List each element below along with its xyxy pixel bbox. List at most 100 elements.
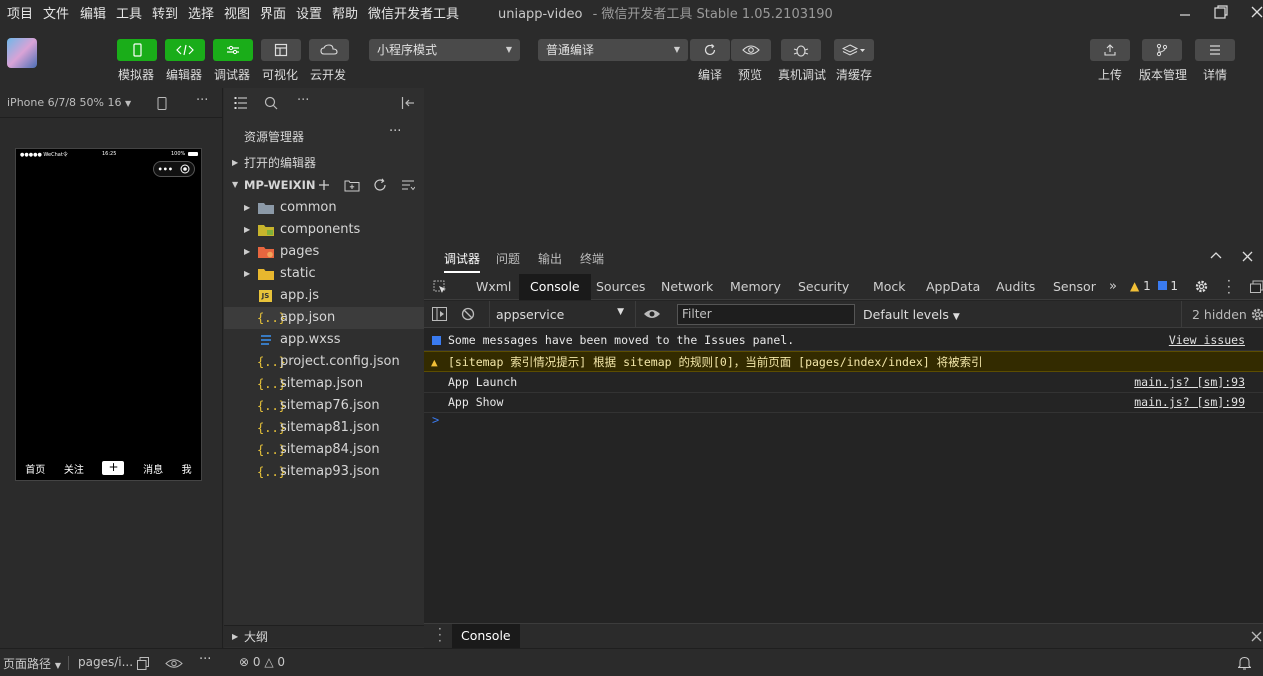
tab-mock[interactable]: Mock [873,274,906,300]
dock-icon[interactable] [1250,280,1263,293]
tab-network[interactable]: Network [661,274,713,300]
upload-button[interactable] [1090,39,1130,61]
menu-wechat-devtools[interactable]: 微信开发者工具 [368,3,459,22]
console-prompt[interactable]: > [432,413,439,427]
search-icon[interactable] [264,96,278,110]
menu-goto[interactable]: 转到 [152,3,178,22]
more-icon[interactable]: ··· [297,93,309,108]
tab-add[interactable]: + [102,461,125,475]
tab-output[interactable]: 输出 [538,250,562,267]
tab-sources[interactable]: Sources [596,274,645,300]
tab-sensor[interactable]: Sensor [1053,274,1096,300]
tab-terminal[interactable]: 终端 [580,250,604,267]
view-issues-link[interactable]: View issues [1169,330,1245,351]
capsule-close-icon[interactable] [180,164,190,174]
avatar[interactable] [7,38,37,68]
collapse-all-icon[interactable] [401,179,415,191]
cloud-toggle-button[interactable] [309,39,349,61]
outline-section[interactable]: ▶ 大纲 [224,625,424,647]
menu-help[interactable]: 帮助 [332,3,358,22]
details-button[interactable] [1195,39,1235,61]
folder-static[interactable]: ▶ static [224,263,424,285]
phone-screen[interactable]: ●●●●● WeChat令 16:25 100% ••• 首页 关注 + 消息 … [15,148,202,481]
eye-icon[interactable] [165,658,183,669]
file-sitemap76[interactable]: {..} sitemap76.json [224,395,424,417]
menu-select[interactable]: 选择 [188,3,214,22]
capsule-menu[interactable]: ••• [153,161,195,177]
file-app-wxss[interactable]: app.wxss [224,329,424,351]
new-file-icon[interactable] [318,179,330,191]
page-path-select[interactable]: 页面路径 ▼ [3,655,61,672]
menu-file[interactable]: 文件 [43,3,69,22]
tab-problems[interactable]: 问题 [496,250,520,267]
tab-wxml[interactable]: Wxml [476,274,511,300]
tab-security[interactable]: Security [798,274,849,300]
close-icon[interactable] [1251,631,1262,642]
more-tabs-icon[interactable]: » [1109,274,1117,300]
compile-select[interactable]: 普通编译 ▼ [538,39,688,61]
kebab-menu-icon[interactable]: · · · [1227,275,1231,299]
collapse-panel-icon[interactable] [401,96,415,110]
tab-debugger[interactable]: 调试器 [444,250,481,273]
minimize-button[interactable] [1165,0,1205,24]
preview-button[interactable] [731,39,771,61]
remote-debug-button[interactable] [781,39,821,61]
menu-edit[interactable]: 编辑 [80,3,106,22]
eye-icon[interactable] [643,308,661,320]
close-icon[interactable] [1242,251,1253,262]
problems-counter[interactable]: ⊗ 0 △ 0 [239,655,285,669]
simulator-toggle-button[interactable] [117,39,157,61]
levels-select[interactable]: Default levels ▼ [863,307,960,322]
drawer-tab-console[interactable]: Console [452,624,520,648]
source-link[interactable]: main.js? [sm]:93 [1134,372,1245,393]
file-sitemap81[interactable]: {..} sitemap81.json [224,417,424,439]
tab-appdata[interactable]: AppData [926,274,980,300]
context-select[interactable]: appservice ▼ [496,307,624,322]
copy-icon[interactable] [137,657,149,670]
capsule-more-icon[interactable]: ••• [158,165,173,174]
file-sitemap93[interactable]: {..} sitemap93.json [224,461,424,483]
tab-messages[interactable]: 消息 [143,461,163,476]
close-window-button[interactable] [1237,0,1263,24]
tab-me[interactable]: 我 [182,461,192,476]
mode-select[interactable]: 小程序模式 ▼ [369,39,520,61]
warning-counter[interactable]: ▲ 1 1 [1130,279,1178,293]
files-icon[interactable] [234,97,248,109]
new-folder-icon[interactable] [344,178,360,192]
version-button[interactable] [1142,39,1182,61]
file-app-json[interactable]: {..} app.json [224,307,424,329]
refresh-icon[interactable] [373,178,387,192]
file-app-js[interactable]: JS app.js [224,285,424,307]
chevron-up-icon[interactable] [1210,251,1222,261]
menu-interface[interactable]: 界面 [260,3,286,22]
file-sitemap84[interactable]: {..} sitemap84.json [224,439,424,461]
restore-button[interactable] [1201,0,1241,24]
compile-button[interactable] [690,39,730,61]
gear-icon[interactable] [1194,279,1209,294]
menu-project[interactable]: 项目 [7,3,33,22]
menu-view[interactable]: 视图 [224,3,250,22]
source-link[interactable]: main.js? [sm]:99 [1134,392,1245,413]
menu-settings[interactable]: 设置 [296,3,322,22]
open-editors-section[interactable]: ▶ 打开的编辑器 [224,152,424,174]
inspect-icon[interactable] [433,280,447,294]
folder-pages[interactable]: ▶ pages [224,241,424,263]
folder-components[interactable]: ▶ components [224,219,424,241]
menu-tools[interactable]: 工具 [116,3,142,22]
tab-audits[interactable]: Audits [996,274,1035,300]
phone-icon[interactable] [157,97,167,110]
file-sitemap[interactable]: {..} sitemap.json [224,373,424,395]
filter-input[interactable]: Filter [677,304,855,325]
bell-icon[interactable] [1238,656,1251,670]
tab-home[interactable]: 首页 [25,461,45,476]
project-section[interactable]: ▼ MP-WEIXIN [224,174,424,196]
editor-toggle-button[interactable] [165,39,205,61]
device-select[interactable]: iPhone 6/7/8 50% 16 ▼ [7,96,131,109]
file-project-config[interactable]: {..} project.config.json [224,351,424,373]
kebab-menu-icon[interactable]: · · · [438,623,442,647]
editor-area[interactable] [424,88,1263,240]
tab-memory[interactable]: Memory [730,274,781,300]
clear-cache-button[interactable] [834,39,874,61]
folder-common[interactable]: ▶ common [224,197,424,219]
more-icon[interactable]: ··· [196,93,208,108]
